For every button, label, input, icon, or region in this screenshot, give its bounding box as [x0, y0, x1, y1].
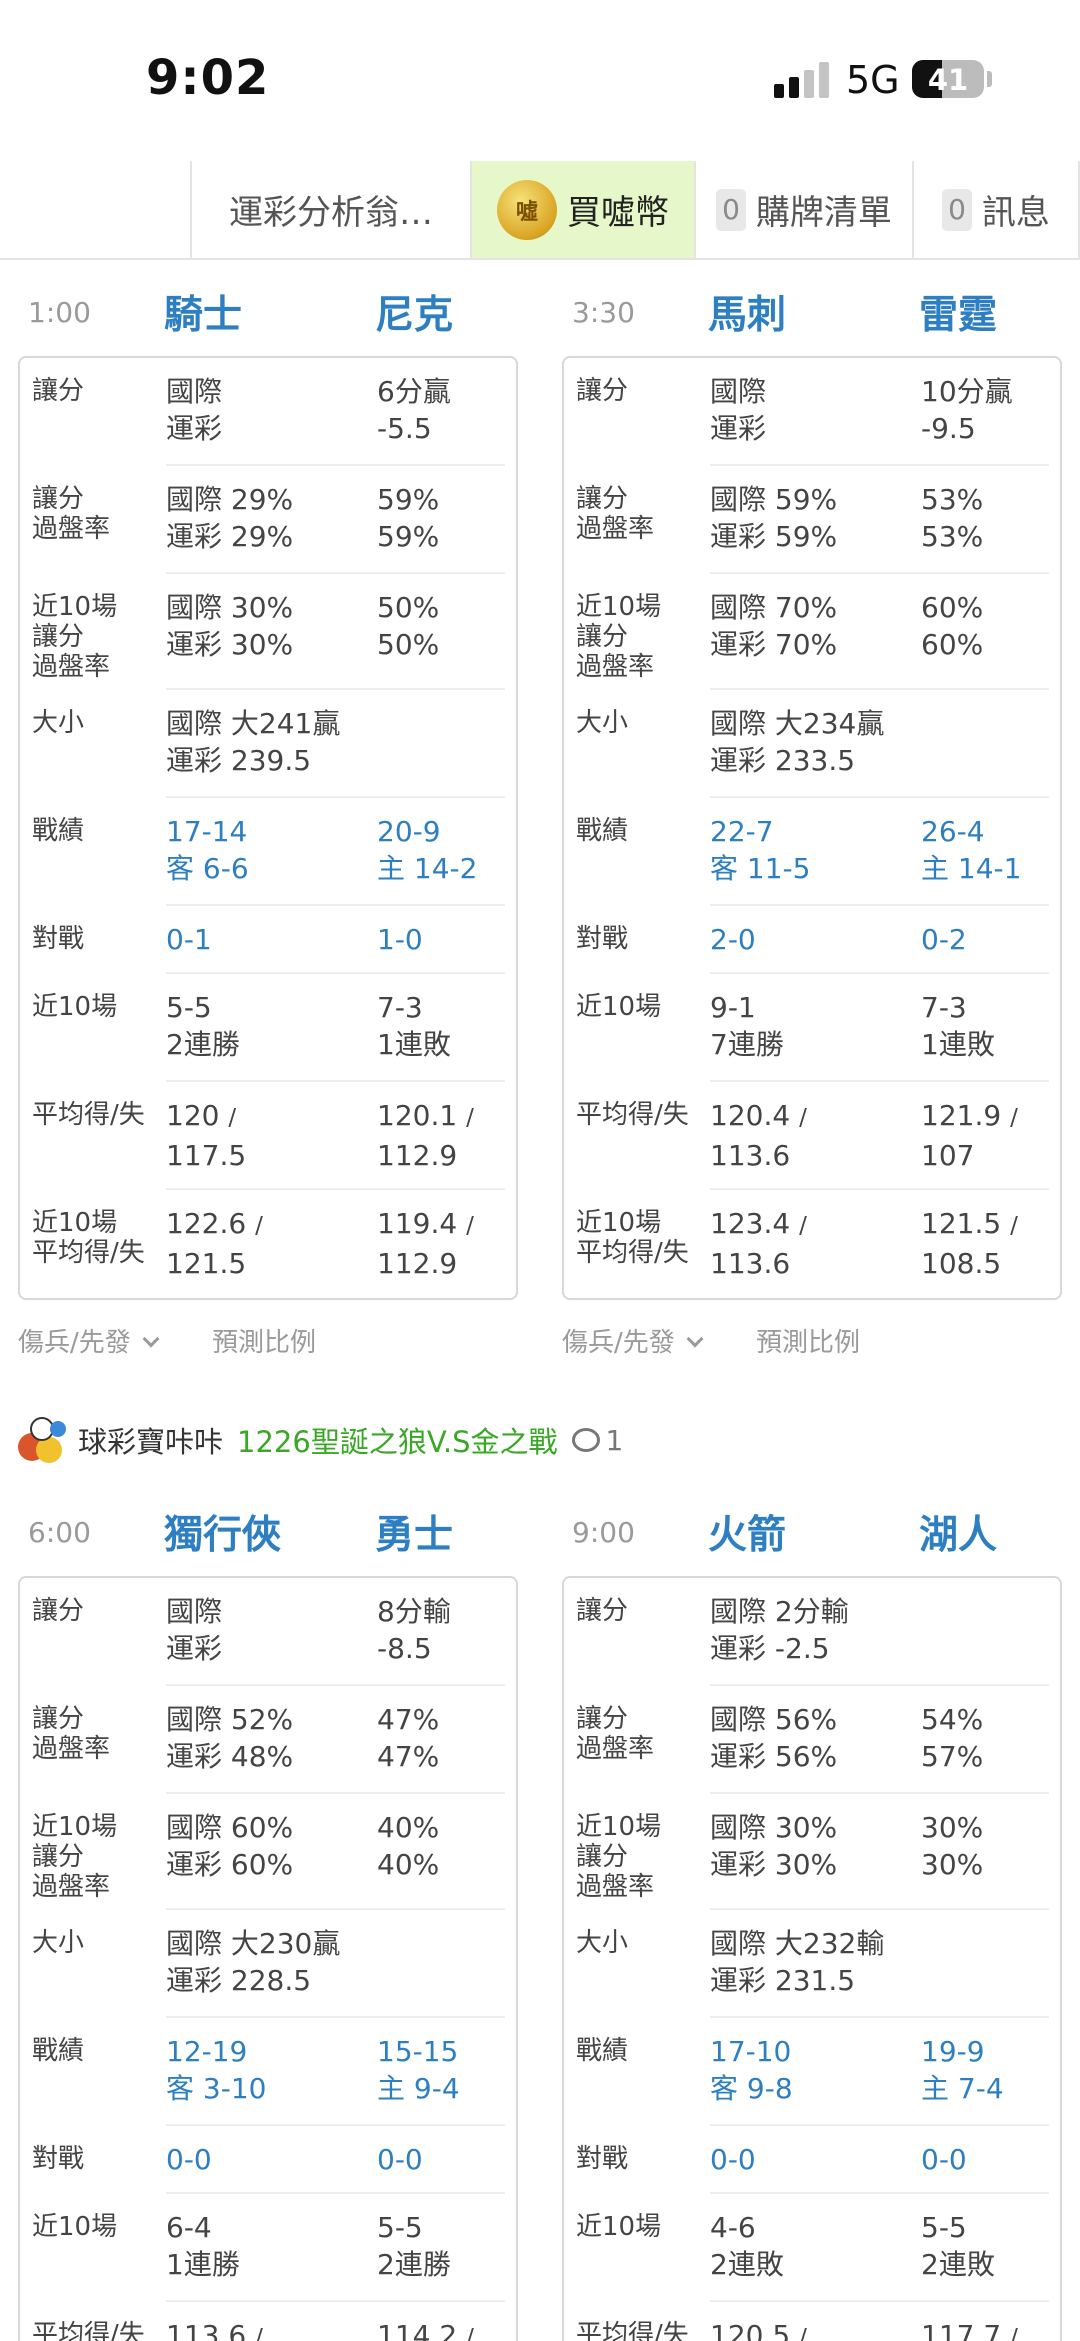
row-spread: 讓分 國際 運彩 8分輸 -8.5 [32, 1578, 506, 1686]
injuries-toggle[interactable]: 傷兵/先發 [562, 1322, 704, 1359]
row-cover-rate: 讓分 過盤率 國際 52% 運彩 48% 47% 47% [32, 1686, 506, 1794]
prediction-link[interactable]: 預測比例 [756, 1322, 860, 1359]
comment-bubble-icon [571, 1428, 600, 1452]
match-card: 3:30 馬刺 雷霆 讓分 國際 運彩 10分贏 -9.5 讓分 過盤率 國際 59%… [562, 260, 1062, 1370]
away-team[interactable]: 獨行俠 [164, 1504, 281, 1560]
tab-analyst[interactable]: 運彩分析翁… [190, 161, 470, 258]
row-spread: 讓分 國際 運彩 10分贏 -9.5 [576, 358, 1050, 466]
row-head-to-head: 對戰 0-1 1-0 [32, 906, 506, 974]
match-stats: 讓分 國際 2分輸 運彩 -2.5 讓分 過盤率 國際 56% 運彩 56% 54% 5… [562, 1576, 1062, 2341]
row-head-to-head: 對戰 0-0 0-0 [576, 2126, 1050, 2194]
match-footer: 傷兵/先發 預測比例 [18, 1300, 518, 1370]
row-cover-rate: 讓分 過盤率 國際 59% 運彩 59% 53% 53% [576, 466, 1050, 574]
battery-level: 41 [927, 63, 969, 97]
row-average-score: 平均得/失 113.6 / 114.2 / [32, 2302, 506, 2341]
coin-icon: 噓 [497, 179, 557, 240]
top-tab-bar: 運彩分析翁… 噓 買噓幣 0 購牌清單 0 訊息 [0, 161, 1080, 260]
row-spread: 讓分 國際 運彩 6分贏 -5.5 [32, 358, 506, 466]
row-record: 戰績 17-10 客 9-8 19-9 主 7-4 [576, 2018, 1050, 2126]
injuries-toggle[interactable]: 傷兵/先發 [18, 1322, 160, 1359]
match-time: 9:00 [572, 1516, 635, 1549]
match-footer: 傷兵/先發 預測比例 [562, 1300, 1062, 1370]
tab-purchase-list[interactable]: 0 購牌清單 [694, 161, 912, 258]
row-last10: 近10場 9-1 7連勝 7-3 1連敗 [576, 974, 1050, 1082]
match-time: 3:30 [572, 296, 635, 329]
status-bar: 9:02 5G 41 [0, 0, 1080, 160]
tab-buy-coins-label: 買噓幣 [567, 193, 669, 233]
chevron-down-icon [142, 1330, 160, 1348]
match-header: 9:00 火箭 湖人 [562, 1480, 1062, 1576]
cellular-signal-icon [774, 62, 830, 98]
tab-messages[interactable]: 0 訊息 [912, 161, 1080, 258]
row-record: 戰績 17-14 客 6-6 20-9 主 14-2 [32, 798, 506, 906]
row-over-under: 大小 國際 大232輸 運彩 231.5 [576, 1910, 1050, 2018]
match-stats: 讓分 國際 運彩 6分贏 -5.5 讓分 過盤率 國際 29% 運彩 29% 59% 59… [18, 356, 518, 1300]
row-head-to-head: 對戰 0-0 0-0 [32, 2126, 506, 2194]
post-title[interactable]: 1226聖誕之狼V.S金之戰 [237, 1419, 558, 1461]
row-last10-cover-rate: 近10場 讓分 過盤率 國際 70% 運彩 70% 60% 60% [576, 574, 1050, 690]
row-cover-rate: 讓分 過盤率 國際 56% 運彩 56% 54% 57% [576, 1686, 1050, 1794]
row-record: 戰績 12-19 客 3-10 15-15 主 9-4 [32, 2018, 506, 2126]
row-average-score: 平均得/失 120 /117.5 120.1 /112.9 [32, 1082, 506, 1190]
battery-icon: 41 [912, 60, 984, 98]
row-cover-rate: 讓分 過盤率 國際 29% 運彩 29% 59% 59% [32, 466, 506, 574]
match-card: 9:00 火箭 湖人 讓分 國際 2分輸 運彩 -2.5 讓分 過盤率 國際 56%… [562, 1480, 1062, 2341]
home-team[interactable]: 勇士 [375, 1504, 453, 1560]
messages-count: 0 [942, 188, 972, 231]
match-card: 1:00 騎士 尼克 讓分 國際 運彩 6分贏 -5.5 讓分 過盤率 國際 29% 運… [18, 260, 518, 1370]
match-stats: 讓分 國際 運彩 8分輸 -8.5 讓分 過盤率 國際 52% 運彩 48% 47% 47… [18, 1576, 518, 2341]
row-over-under: 大小 國際 大241贏 運彩 239.5 [32, 690, 506, 798]
row-last10: 近10場 6-4 1連勝 5-5 2連勝 [32, 2194, 506, 2302]
chevron-down-icon [686, 1330, 704, 1348]
purchase-list-count: 0 [716, 188, 746, 231]
row-average-score: 平均得/失 120.4 /113.6 121.9 /107 [576, 1082, 1050, 1190]
sports-balls-icon [18, 1415, 68, 1465]
tab-analyst-label: 運彩分析翁… [229, 193, 433, 233]
row-average-score: 平均得/失 120.5 / 117.7 / [576, 2302, 1050, 2341]
home-team[interactable]: 尼克 [375, 284, 453, 340]
tab-buy-coins[interactable]: 噓 買噓幣 [470, 161, 694, 258]
network-type: 5G [846, 58, 900, 102]
tab-messages-label: 訊息 [981, 193, 1050, 233]
tab-purchase-list-label: 購牌清單 [755, 193, 892, 233]
row-over-under: 大小 國際 大230贏 運彩 228.5 [32, 1910, 506, 2018]
row-spread: 讓分 國際 2分輸 運彩 -2.5 [576, 1578, 1050, 1686]
battery-tip [987, 71, 992, 87]
away-team[interactable]: 馬刺 [708, 284, 786, 340]
row-over-under: 大小 國際 大234贏 運彩 233.5 [576, 690, 1050, 798]
match-stats: 讓分 國際 運彩 10分贏 -9.5 讓分 過盤率 國際 59% 運彩 59% 53% 5… [562, 356, 1062, 1300]
row-last10-cover-rate: 近10場 讓分 過盤率 國際 30% 運彩 30% 50% 50% [32, 574, 506, 690]
home-team[interactable]: 雷霆 [919, 284, 997, 340]
community-post[interactable]: 球彩寶咔咔 1226聖誕之狼V.S金之戰 1 [18, 1410, 1068, 1470]
row-last10-average-score: 近10場 平均得/失 123.4 /113.6 121.5 /108.5 [576, 1207, 1018, 1280]
match-header: 3:30 馬刺 雷霆 [562, 260, 1062, 356]
row-last10-cover-rate: 近10場 讓分 過盤率 國際 60% 運彩 60% 40% 40% [32, 1794, 506, 1910]
match-header: 1:00 騎士 尼克 [18, 260, 518, 356]
match-header: 6:00 獨行俠 勇士 [18, 1480, 518, 1576]
row-last10: 近10場 5-5 2連勝 7-3 1連敗 [32, 974, 506, 1082]
comment-count: 1 [605, 1423, 624, 1457]
post-author[interactable]: 球彩寶咔咔 [78, 1419, 223, 1461]
row-last10-cover-rate: 近10場 讓分 過盤率 國際 30% 運彩 30% 30% 30% [576, 1794, 1050, 1910]
row-last10-average-score: 近10場 平均得/失 122.6 /121.5 119.4 /112.9 [32, 1207, 474, 1280]
row-head-to-head: 對戰 2-0 0-2 [576, 906, 1050, 974]
match-time: 6:00 [28, 1516, 91, 1549]
clock: 9:02 [146, 50, 270, 106]
home-team[interactable]: 湖人 [919, 1504, 997, 1560]
row-last10: 近10場 4-6 2連敗 5-5 2連敗 [576, 2194, 1050, 2302]
away-team[interactable]: 騎士 [164, 284, 242, 340]
match-time: 1:00 [28, 296, 91, 329]
away-team[interactable]: 火箭 [708, 1504, 786, 1560]
row-record: 戰績 22-7 客 11-5 26-4 主 14-1 [576, 798, 1050, 906]
match-card: 6:00 獨行俠 勇士 讓分 國際 運彩 8分輸 -8.5 讓分 過盤率 國際 52%… [18, 1480, 518, 2341]
prediction-link[interactable]: 預測比例 [212, 1322, 316, 1359]
